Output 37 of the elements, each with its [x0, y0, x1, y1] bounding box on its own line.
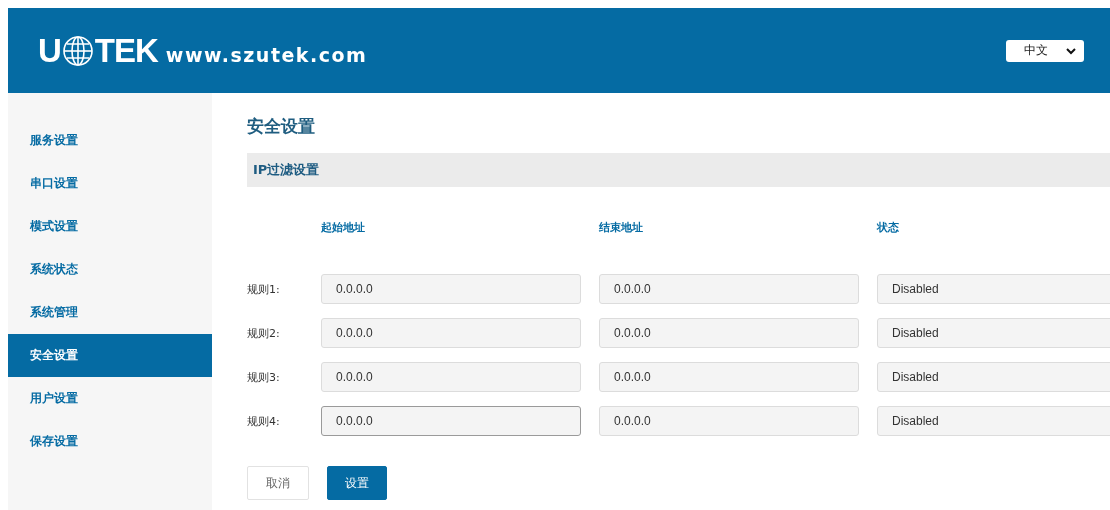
logo-text: TEK [94, 34, 158, 67]
section-header: IP过滤设置 [247, 153, 1110, 187]
start-address-field[interactable]: 0.0.0.0 [321, 318, 581, 348]
status-select[interactable]: Disabled [877, 362, 1110, 392]
sidebar-item[interactable]: 保存设置 [8, 420, 212, 463]
column-header: 状态 [877, 219, 900, 235]
language-select[interactable]: 中文 [1006, 39, 1084, 62]
site-url: www.szutek.com [165, 43, 368, 66]
rule-label: 规则4: [247, 413, 281, 429]
sidebar-item[interactable]: 系统状态 [8, 248, 212, 291]
column-header: 结束地址 [599, 219, 644, 235]
start-address-field[interactable]: 0.0.0.0 [321, 406, 581, 436]
submit-button[interactable]: 设置 [327, 466, 387, 500]
sidebar-item[interactable]: 服务设置 [8, 119, 212, 162]
end-address-field[interactable]: 0.0.0.0 [599, 406, 859, 436]
end-address-field[interactable]: 0.0.0.0 [599, 362, 859, 392]
sidebar-item[interactable]: 系统管理 [8, 291, 212, 334]
start-address-field[interactable]: 0.0.0.0 [321, 274, 581, 304]
page-title: 安全设置 [247, 115, 316, 138]
sidebar-item[interactable]: 串口设置 [8, 162, 212, 205]
column-header: 起始地址 [321, 219, 366, 235]
start-address-field[interactable]: 0.0.0.0 [321, 362, 581, 392]
end-address-field[interactable]: 0.0.0.0 [599, 318, 859, 348]
status-select[interactable]: Disabled [877, 318, 1110, 348]
rule-label: 规则3: [247, 369, 281, 385]
globe-icon [61, 34, 94, 67]
status-select[interactable]: Disabled [877, 406, 1110, 436]
chevron-down-icon [1066, 46, 1076, 55]
cancel-button[interactable]: 取消 [247, 466, 309, 500]
status-select[interactable]: Disabled [877, 274, 1110, 304]
sidebar-item[interactable]: 用户设置 [8, 377, 212, 420]
sidebar-item[interactable]: 安全设置 [8, 334, 212, 377]
logo-text: U [38, 34, 61, 67]
rule-label: 规则2: [247, 325, 281, 341]
end-address-field[interactable]: 0.0.0.0 [599, 274, 859, 304]
rule-label: 规则1: [247, 281, 281, 297]
sidebar-item[interactable]: 模式设置 [8, 205, 212, 248]
